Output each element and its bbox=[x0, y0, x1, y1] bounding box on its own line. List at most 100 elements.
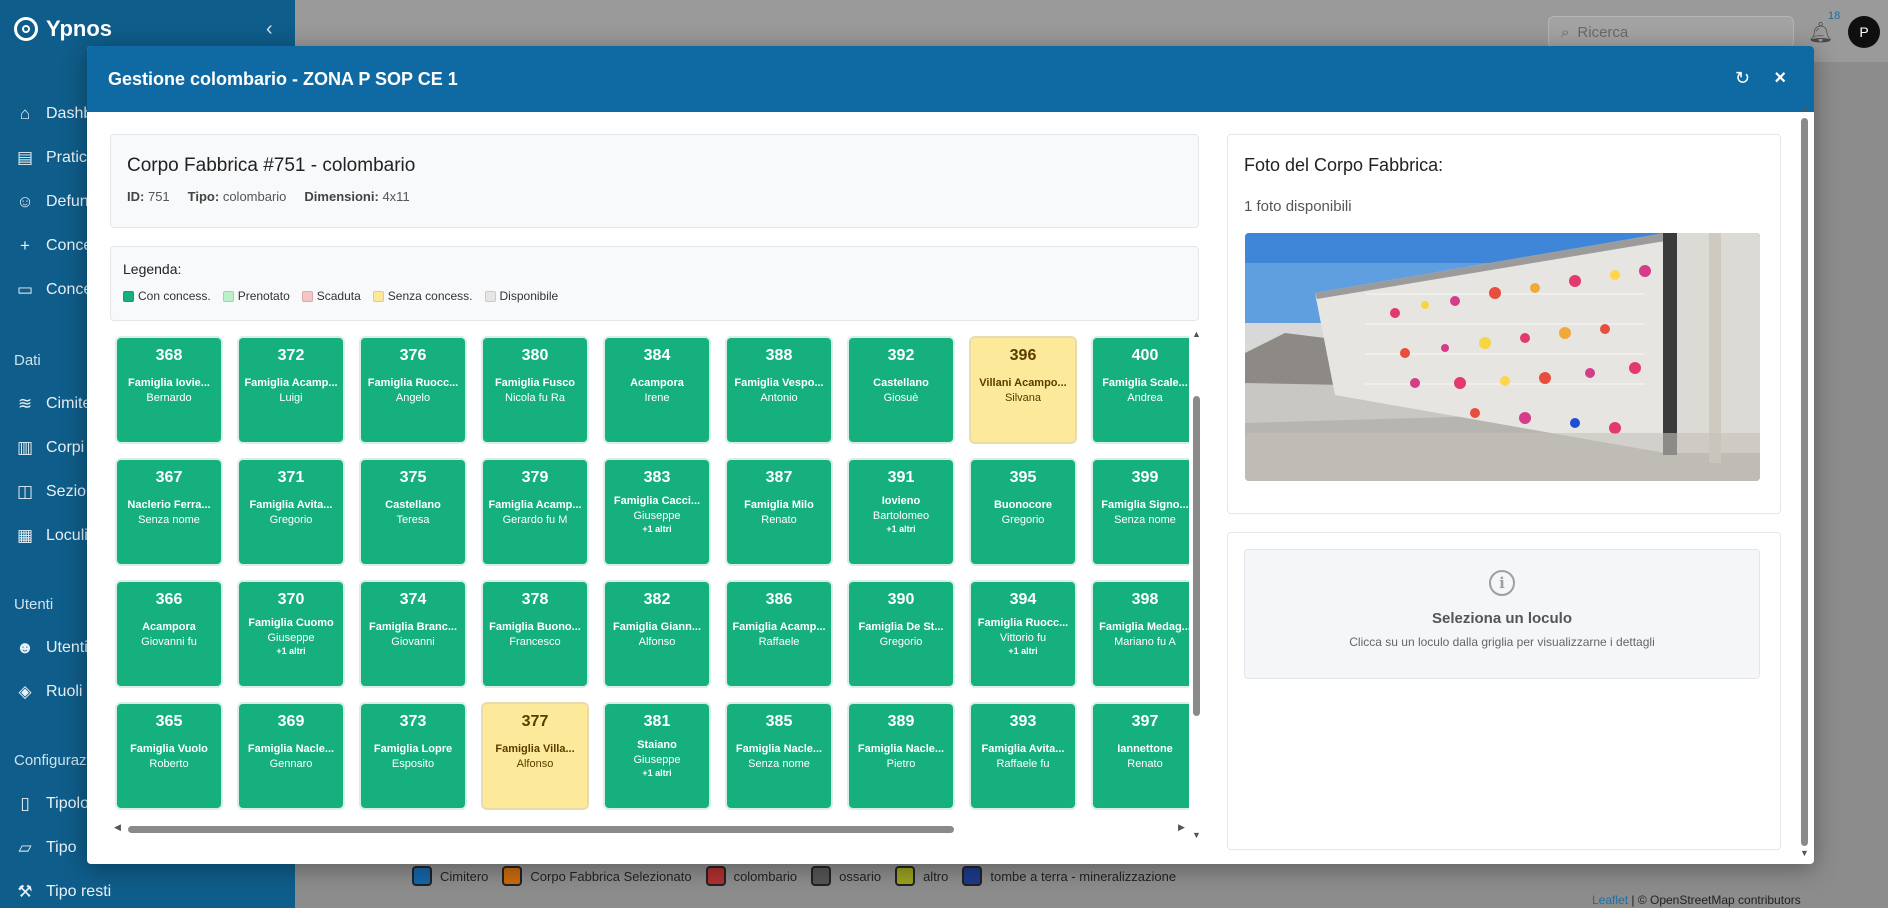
scroll-down-icon[interactable]: ▼ bbox=[1800, 848, 1809, 858]
loculo-number: 373 bbox=[399, 713, 427, 730]
loculo-number: 382 bbox=[643, 591, 671, 608]
app-logo[interactable]: Ypnos bbox=[14, 16, 112, 42]
loculo-cell[interactable]: 380 Famiglia Fusco Nicola fu Ra bbox=[481, 336, 589, 444]
scroll-right-icon[interactable]: ▶ bbox=[1178, 822, 1185, 833]
loculo-cell[interactable]: 382 Famiglia Giann... Alfonso bbox=[603, 580, 711, 688]
loculo-cell[interactable]: 384 Acampora Irene bbox=[603, 336, 711, 444]
loculo-nome: Vittorio fu bbox=[999, 632, 1047, 644]
corpo-fabbrica-photo[interactable] bbox=[1245, 233, 1760, 481]
scroll-down-icon[interactable]: ▼ bbox=[1192, 830, 1201, 840]
loculo-famiglia: Famiglia Avita... bbox=[249, 499, 333, 511]
sidebar-item-utenti[interactable]: ☻ Utenti bbox=[14, 638, 88, 658]
loculo-famiglia: Famiglia Nacle... bbox=[735, 743, 823, 755]
leaflet-link[interactable]: Leaflet bbox=[1592, 893, 1628, 907]
loculo-cell[interactable]: 366 Acampora Giovanni fu bbox=[115, 580, 223, 688]
sidebar-item-sezioni[interactable]: ◫ Sezioni bbox=[14, 482, 99, 502]
avatar[interactable]: P bbox=[1848, 16, 1880, 48]
loculo-cell[interactable]: 378 Famiglia Buono... Francesco bbox=[481, 580, 589, 688]
loculo-cell[interactable]: 368 Famiglia Iovie... Bernardo bbox=[115, 336, 223, 444]
loculo-cell[interactable]: 394 Famiglia Ruocc... Vittorio fu +1 altri bbox=[969, 580, 1077, 688]
users-icon: ☻ bbox=[16, 638, 34, 657]
loculo-famiglia: Castellano bbox=[873, 377, 929, 389]
loculo-altri: +1 altri bbox=[886, 524, 916, 534]
loculo-cell[interactable]: 388 Famiglia Vespo... Antonio bbox=[725, 336, 833, 444]
loculo-cell[interactable]: 376 Famiglia Ruocc... Angelo bbox=[359, 336, 467, 444]
loculo-nome: Roberto bbox=[149, 758, 189, 770]
sidebar-item-tipo[interactable]: ▱ Tipo bbox=[14, 838, 76, 858]
loculo-cell[interactable]: 383 Famiglia Cacci... Giuseppe +1 altri bbox=[603, 458, 711, 566]
refresh-icon[interactable]: ↻ bbox=[1735, 68, 1750, 89]
grid-horizontal-scrollbar[interactable]: ◀ ▶ bbox=[114, 822, 1188, 836]
chevron-left-icon[interactable]: ‹ bbox=[266, 18, 273, 41]
loculo-famiglia: Famiglia Vespo... bbox=[734, 377, 824, 389]
loculo-nome: Andrea bbox=[1127, 392, 1163, 404]
legend-item: Senza concess. bbox=[372, 289, 473, 303]
loculo-famiglia: Iannettone bbox=[1117, 743, 1173, 755]
loculo-cell[interactable]: 375 Castellano Teresa bbox=[359, 458, 467, 566]
loculo-cell[interactable]: 377 Famiglia Villa... Alfonso bbox=[481, 702, 589, 810]
loculo-nome: Mariano fu A bbox=[1114, 636, 1176, 648]
loculo-cell[interactable]: 374 Famiglia Branc... Giovanni bbox=[359, 580, 467, 688]
details-empty-state: i Seleziona un loculo Clicca su un locul… bbox=[1244, 549, 1760, 679]
loculo-cell[interactable]: 365 Famiglia Vuolo Roberto bbox=[115, 702, 223, 810]
loculo-number: 385 bbox=[765, 713, 793, 730]
loculo-cell[interactable]: 370 Famiglia Cuomo Giuseppe +1 altri bbox=[237, 580, 345, 688]
loculo-cell[interactable]: 379 Famiglia Acamp... Gerardo fu M bbox=[481, 458, 589, 566]
loculo-cell[interactable]: 369 Famiglia Nacle... Gennaro bbox=[237, 702, 345, 810]
loculo-cell[interactable]: 396 Villani Acampo... Silvana bbox=[969, 336, 1077, 444]
scrollbar-thumb[interactable] bbox=[1801, 118, 1808, 846]
loculo-cell[interactable]: 392 Castellano Giosuè bbox=[847, 336, 955, 444]
loculo-cell[interactable]: 395 Buonocore Gregorio bbox=[969, 458, 1077, 566]
loculo-number: 400 bbox=[1131, 347, 1159, 364]
loculo-famiglia: Famiglia Scale... bbox=[1102, 377, 1188, 389]
loculo-number: 377 bbox=[521, 713, 549, 730]
loculo-cell[interactable]: 391 Iovieno Bartolomeo +1 altri bbox=[847, 458, 955, 566]
loculo-cell[interactable]: 398 Famiglia Medag... Mariano fu A bbox=[1091, 580, 1189, 688]
loculo-cell[interactable]: 372 Famiglia Acamp... Luigi bbox=[237, 336, 345, 444]
loculo-number: 394 bbox=[1009, 591, 1037, 608]
scrollbar-thumb[interactable] bbox=[128, 826, 954, 833]
loculo-cell[interactable]: 399 Famiglia Signo... Senza nome bbox=[1091, 458, 1189, 566]
sidebar-item-loculi[interactable]: ▦ Loculi bbox=[14, 526, 88, 546]
loculo-cell[interactable]: 397 Iannettone Renato bbox=[1091, 702, 1189, 810]
search-placeholder: Ricerca bbox=[1577, 23, 1629, 41]
map-attribution: Leaflet | © OpenStreetMap contributors bbox=[1592, 893, 1801, 907]
attribution-text: | © OpenStreetMap contributors bbox=[1628, 893, 1801, 907]
grid-vertical-scrollbar[interactable]: ▲ ▼ bbox=[1191, 329, 1201, 840]
loculo-famiglia: Famiglia Acamp... bbox=[732, 621, 826, 633]
sidebar-item-defunti[interactable]: ☺ Defunti bbox=[14, 192, 96, 212]
loculo-altri: +1 altri bbox=[642, 524, 672, 534]
loculo-nome: Raffaele fu bbox=[996, 758, 1050, 770]
legend-card: Legenda: Con concess. Prenotato Scaduta … bbox=[110, 246, 1199, 321]
map-legend-item: Corpo Fabbrica Selezionato bbox=[502, 866, 692, 886]
search-input[interactable]: ⌕ Ricerca bbox=[1548, 16, 1794, 48]
loculo-cell[interactable]: 373 Famiglia Lopre Esposito bbox=[359, 702, 467, 810]
loculo-cell[interactable]: 393 Famiglia Avita... Raffaele fu bbox=[969, 702, 1077, 810]
scroll-up-icon[interactable]: ▲ bbox=[1800, 104, 1809, 114]
bell-icon[interactable]: 🔔︎ bbox=[1808, 20, 1833, 45]
close-icon[interactable]: × bbox=[1774, 67, 1786, 90]
legend-item: Con concess. bbox=[123, 289, 211, 303]
loculo-cell[interactable]: 371 Famiglia Avita... Gregorio bbox=[237, 458, 345, 566]
loculo-cell[interactable]: 400 Famiglia Scale... Andrea bbox=[1091, 336, 1189, 444]
scroll-up-icon[interactable]: ▲ bbox=[1192, 329, 1201, 339]
loculo-cell[interactable]: 386 Famiglia Acamp... Raffaele bbox=[725, 580, 833, 688]
loculo-cell[interactable]: 389 Famiglia Nacle... Pietro bbox=[847, 702, 955, 810]
sidebar-item-ruoli[interactable]: ◈ Ruoli bbox=[14, 682, 82, 702]
legend-label: ossario bbox=[839, 868, 882, 884]
sidebar-item-tipo-resti[interactable]: ⚒ Tipo resti bbox=[14, 882, 111, 902]
loculo-cell[interactable]: 390 Famiglia De St... Gregorio bbox=[847, 580, 955, 688]
loculo-number: 398 bbox=[1131, 591, 1159, 608]
loculo-cell[interactable]: 367 Naclerio Ferra... Senza nome bbox=[115, 458, 223, 566]
legend-swatch bbox=[222, 290, 234, 302]
scrollbar-thumb[interactable] bbox=[1193, 396, 1200, 716]
loculo-cell[interactable]: 381 Staiano Giuseppe +1 altri bbox=[603, 702, 711, 810]
loculo-cell[interactable]: 387 Famiglia Milo Renato bbox=[725, 458, 833, 566]
scroll-left-icon[interactable]: ◀ bbox=[114, 822, 121, 833]
loculo-cell[interactable]: 385 Famiglia Nacle... Senza nome bbox=[725, 702, 833, 810]
details-subtitle: Clicca su un loculo dalla griglia per vi… bbox=[1349, 635, 1655, 649]
loculo-nome: Bernardo bbox=[146, 392, 192, 404]
modal-scrollbar[interactable]: ▲ ▼ bbox=[1799, 102, 1811, 862]
meta-value: colombario bbox=[222, 189, 287, 204]
loculo-famiglia: Famiglia Nacle... bbox=[857, 743, 945, 755]
